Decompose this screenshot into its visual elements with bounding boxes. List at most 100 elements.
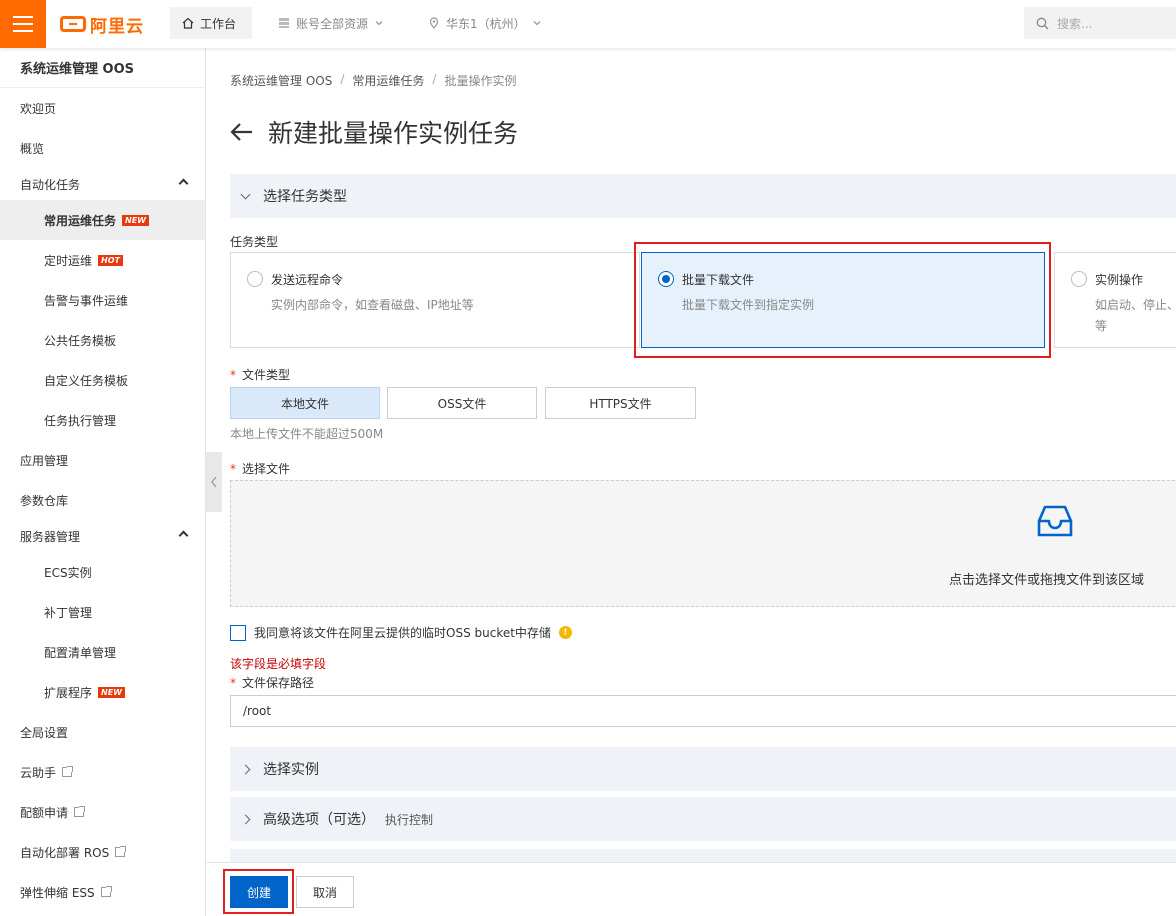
task-type-label: 任务类型 <box>230 235 279 249</box>
sidebar-item-quota[interactable]: 配额申请 <box>0 792 205 832</box>
sidebar-item-alarm-ops[interactable]: 告警与事件运维 <box>0 280 205 320</box>
sidebar-item-common-tasks[interactable]: 常用运维任务 NEW <box>0 200 205 240</box>
sidebar-item-public-templates[interactable]: 公共任务模板 <box>0 320 205 360</box>
sidebar-item-welcome[interactable]: 欢迎页 <box>0 88 205 128</box>
hot-badge: HOT <box>98 254 123 266</box>
sidebar-item-inventory[interactable]: 配置清单管理 <box>0 632 205 672</box>
breadcrumb-current: 批量操作实例 <box>444 74 517 88</box>
sidebar-item-scheduled-ops[interactable]: 定时运维 HOT <box>0 240 205 280</box>
highlight-annotation-box <box>223 869 294 914</box>
file-dropzone[interactable]: 点击选择文件或拖拽文件到该区域 <box>230 480 1176 607</box>
breadcrumb-separator: / <box>340 72 345 86</box>
sidebar-item-overview[interactable]: 概览 <box>0 128 205 168</box>
info-icon[interactable]: ! <box>558 626 572 639</box>
save-path-label: * 文件保存路径 <box>230 676 315 690</box>
save-path-input[interactable]: /root <box>230 695 1176 727</box>
sidebar-title: 系统运维管理 OOS <box>0 48 205 88</box>
aliyun-logo-icon <box>60 16 86 32</box>
external-link-icon <box>62 766 74 777</box>
aliyun-logo[interactable]: 阿里云 <box>60 12 144 37</box>
breadcrumb-oos[interactable]: 系统运维管理 OOS <box>230 72 332 89</box>
resource-group-dropdown[interactable]: 账号全部资源 <box>266 7 396 39</box>
card-title: 发送远程命令 <box>271 273 344 287</box>
inbox-icon <box>1035 503 1075 542</box>
task-card-remote-command[interactable]: 发送远程命令 实例内部命令，如查看磁盘、IP地址等 <box>230 252 640 348</box>
back-arrow-icon[interactable] <box>230 122 254 142</box>
card-desc: 实例内部命令，如查看磁盘、IP地址等 <box>271 298 474 312</box>
section-select-instance[interactable]: 选择实例 <box>230 747 1176 791</box>
section-task-type-label: 选择任务类型 <box>263 189 347 205</box>
dropzone-text: 点击选择文件或拖拽文件到该区域 <box>949 573 1145 588</box>
external-link-icon <box>100 886 112 897</box>
region-dropdown[interactable]: 华东1（杭州） <box>416 7 554 39</box>
external-link-icon <box>115 846 127 857</box>
footer-actions: 创建 取消 <box>206 862 1176 916</box>
top-bar: 阿里云 工作台 账号全部资源 华东1（杭州） 搜索... <box>0 0 1176 48</box>
main-content: 系统运维管理 OOS / 常用运维任务 / 批量操作实例 新建批量操作实例任务 … <box>206 48 1176 916</box>
sidebar-item-param-store[interactable]: 参数仓库 <box>0 480 205 520</box>
hamburger-menu-icon[interactable] <box>0 0 46 48</box>
sidebar-item-ecs[interactable]: ECS实例 <box>0 552 205 592</box>
radio-remote-command[interactable] <box>247 271 263 287</box>
section-advanced-sub: 执行控制 <box>385 812 434 827</box>
sidebar-item-patch[interactable]: 补丁管理 <box>0 592 205 632</box>
resource-group-label: 账号全部资源 <box>296 16 369 31</box>
sidebar-item-custom-templates[interactable]: 自定义任务模板 <box>0 360 205 400</box>
sidebar-item-ros[interactable]: 自动化部署 ROS <box>0 832 205 872</box>
chevron-left-icon <box>211 476 217 488</box>
chevron-down-icon <box>375 21 383 26</box>
card-title: 实例操作 <box>1095 273 1144 287</box>
chevron-down-icon <box>533 21 541 26</box>
sidebar-item-ess[interactable]: 弹性伸缩 ESS <box>0 872 205 912</box>
new-badge: NEW <box>98 686 125 698</box>
workbench-label: 工作台 <box>200 16 237 31</box>
sidebar-item-app-mgmt[interactable]: 应用管理 <box>0 440 205 480</box>
page-header: 新建批量操作实例任务 <box>230 114 518 150</box>
chevron-right-icon <box>240 764 251 774</box>
file-size-hint: 本地上传文件不能超过500M <box>230 427 384 441</box>
external-link-icon <box>74 806 86 817</box>
breadcrumb-separator: / <box>432 72 437 86</box>
sidebar-group-server-mgmt[interactable]: 服务器管理 <box>0 516 205 556</box>
file-type-oss-button[interactable]: OSS文件 <box>387 387 537 419</box>
sidebar-group-automation[interactable]: 自动化任务 <box>0 164 205 204</box>
oss-agree-checkbox[interactable] <box>230 624 246 641</box>
sidebar-item-cloud-assistant[interactable]: 云助手 <box>0 752 205 792</box>
radio-instance-ops[interactable] <box>1071 271 1087 287</box>
section-advanced-label: 高级选项（可选） <box>263 812 375 828</box>
chevron-right-icon <box>240 814 251 824</box>
breadcrumb: 系统运维管理 OOS / 常用运维任务 / 批量操作实例 <box>230 72 516 89</box>
page-title: 新建批量操作实例任务 <box>268 119 519 148</box>
sidebar-item-global-settings[interactable]: 全局设置 <box>0 712 205 752</box>
chevron-up-icon <box>178 530 189 541</box>
cancel-button[interactable]: 取消 <box>296 876 354 908</box>
search-icon <box>1036 17 1049 29</box>
sidebar-collapse-handle[interactable] <box>206 452 222 512</box>
required-error-text: 该字段是必填字段 <box>230 657 327 671</box>
oss-agree-label: 我同意将该文件在阿里云提供的临时OSS bucket中存储 <box>254 626 551 640</box>
file-type-local-button[interactable]: 本地文件 <box>230 387 380 419</box>
sidebar-item-execution-mgmt[interactable]: 任务执行管理 <box>0 400 205 440</box>
sidebar-item-extensions[interactable]: 扩展程序 NEW <box>0 672 205 712</box>
oss-agree-row: 我同意将该文件在阿里云提供的临时OSS bucket中存储 ! <box>230 624 572 641</box>
task-card-instance-ops[interactable]: 实例操作 如启动、停止、等 <box>1054 252 1176 348</box>
section-advanced-options[interactable]: 高级选项（可选） 执行控制 <box>230 797 1176 841</box>
file-type-label: * 文件类型 <box>230 368 291 382</box>
breadcrumb-common-tasks[interactable]: 常用运维任务 <box>352 72 424 89</box>
search-placeholder: 搜索... <box>1057 16 1093 31</box>
workbench-button[interactable]: 工作台 <box>170 7 252 39</box>
home-icon <box>182 17 194 29</box>
location-pin-icon <box>429 17 439 29</box>
section-task-type[interactable]: 选择任务类型 <box>230 174 1176 218</box>
card-desc: 如启动、停止、等 <box>1095 298 1176 333</box>
search-input[interactable]: 搜索... <box>1024 7 1176 39</box>
section-select-instance-label: 选择实例 <box>263 762 319 778</box>
sidebar: 系统运维管理 OOS 欢迎页 概览 自动化任务 常用运维任务 NEW 定时运维 HO… <box>0 48 206 916</box>
highlight-annotation-box <box>634 242 1051 358</box>
chevron-down-icon <box>240 189 251 199</box>
chevron-up-icon <box>178 178 189 189</box>
file-type-https-button[interactable]: HTTPS文件 <box>545 387 696 419</box>
section-partial <box>230 849 1176 863</box>
select-file-label: * 选择文件 <box>230 462 291 476</box>
new-badge: NEW <box>122 214 149 226</box>
